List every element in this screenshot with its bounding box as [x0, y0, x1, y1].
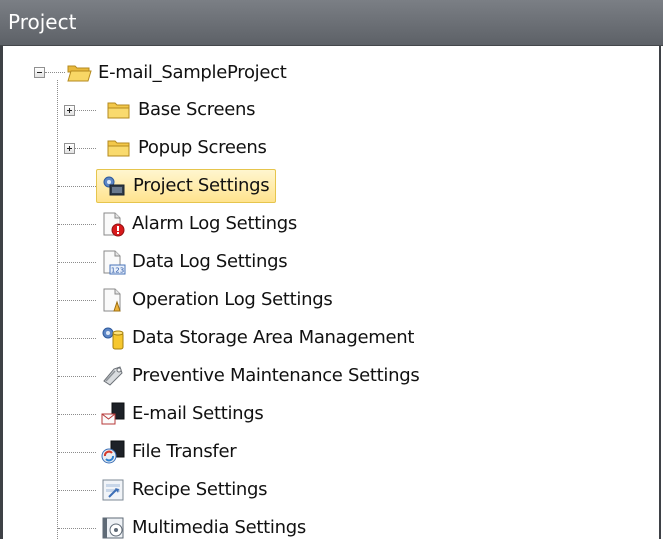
tree-node-label: Data Log Settings — [132, 251, 288, 272]
tree-node-recipe-settings[interactable]: Recipe Settings — [100, 473, 268, 507]
tree-branch-line — [58, 490, 96, 491]
tree-branch-line — [58, 300, 96, 301]
collapse-toggle-root[interactable] — [34, 67, 45, 78]
tree-node-label: Recipe Settings — [132, 479, 268, 500]
tree-node-label: Base Screens — [138, 99, 256, 120]
operation-log-icon — [103, 288, 121, 312]
tree-node-label: Preventive Maintenance Settings — [132, 365, 420, 386]
tree-node-label: Operation Log Settings — [132, 289, 333, 310]
recipe-icon — [102, 479, 124, 501]
tree-node-label: Alarm Log Settings — [132, 213, 297, 234]
tree-branch-line — [58, 452, 96, 453]
tree-node-base-screens[interactable]: Base Screens — [106, 93, 256, 127]
data-log-icon: 123 — [103, 250, 126, 275]
tree-node-label: Popup Screens — [138, 137, 267, 158]
folder-icon — [107, 140, 130, 157]
svg-text:123: 123 — [111, 267, 124, 275]
project-settings-icon — [103, 176, 125, 196]
expand-toggle-base-screens[interactable] — [64, 105, 75, 116]
tree-node-root[interactable]: E-mail_SampleProject — [66, 56, 287, 90]
tree-branch-line — [58, 338, 96, 339]
email-settings-icon — [101, 402, 125, 425]
tree-node-label: E-mail Settings — [132, 403, 264, 424]
tree-node-multimedia-settings[interactable]: Multimedia Settings — [100, 511, 306, 539]
tree-node-email-settings[interactable]: E-mail Settings — [100, 397, 264, 431]
expand-toggle-popup-screens[interactable] — [64, 143, 75, 154]
tree-node-project-settings[interactable]: Project Settings — [96, 169, 277, 203]
tree-node-label: Project Settings — [133, 175, 270, 196]
tree-branch-line — [58, 262, 96, 263]
folder-open-icon — [67, 65, 92, 82]
tree-branch-line — [45, 72, 65, 73]
preventive-maintenance-icon — [103, 366, 123, 386]
project-tree: E-mail_SampleProject Base Screens Popup … — [0, 0, 663, 539]
multimedia-icon — [102, 517, 124, 539]
tree-branch-line — [58, 528, 96, 529]
tree-branch-line — [58, 376, 96, 377]
alarm-log-icon — [103, 212, 125, 237]
tree-branch-line — [58, 186, 96, 187]
tree-node-alarm-log-settings[interactable]: Alarm Log Settings — [100, 207, 297, 241]
tree-node-label: Data Storage Area Management — [132, 327, 415, 348]
tree-node-file-transfer[interactable]: File Transfer — [100, 435, 237, 469]
tree-node-operation-log-settings[interactable]: Operation Log Settings — [100, 283, 333, 317]
folder-icon — [107, 102, 130, 119]
tree-node-label: E-mail_SampleProject — [98, 62, 287, 83]
data-storage-icon — [102, 327, 124, 350]
tree-branch-line — [58, 414, 96, 415]
tree-guide-line — [57, 80, 58, 539]
tree-branch-line — [58, 224, 96, 225]
tree-node-preventive-maintenance-settings[interactable]: Preventive Maintenance Settings — [100, 359, 420, 393]
project-panel: Project E-mail_SampleProject Base Screen… — [0, 0, 663, 539]
tree-node-data-log-settings[interactable]: 123 Data Log Settings — [100, 245, 288, 279]
tree-node-label: Multimedia Settings — [132, 517, 306, 538]
tree-node-popup-screens[interactable]: Popup Screens — [106, 131, 267, 165]
tree-node-data-storage-area-management[interactable]: Data Storage Area Management — [100, 321, 414, 355]
tree-node-label: File Transfer — [132, 441, 237, 462]
file-transfer-icon — [101, 440, 125, 464]
